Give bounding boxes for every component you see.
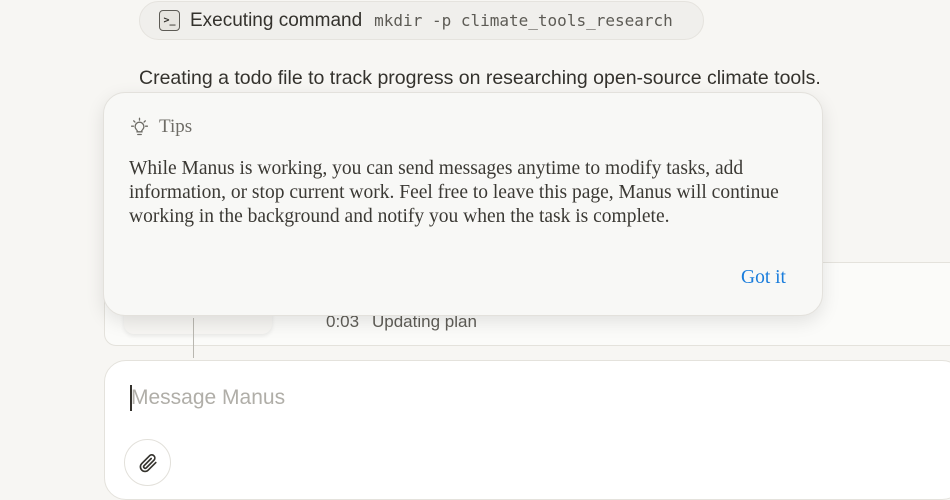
message-input[interactable] [131, 383, 731, 413]
status-message: Creating a todo file to track progress o… [139, 67, 821, 89]
paperclip-icon [139, 453, 157, 472]
tips-body: While Manus is working, you can send mes… [129, 158, 779, 227]
command-code: mkdir -p climate_tools_research [374, 11, 673, 30]
lightbulb-icon [130, 117, 149, 135]
tips-popover: Tips While Manus is working, you can sen… [103, 92, 823, 316]
timeline-connector [193, 318, 194, 358]
command-pill[interactable]: >_ Executing command mkdir -p climate_to… [139, 1, 704, 40]
tips-title: Tips [159, 116, 193, 137]
message-composer [104, 360, 950, 500]
attach-button[interactable] [124, 439, 171, 486]
got-it-button[interactable]: Got it [741, 267, 786, 289]
tips-header: Tips [129, 116, 192, 138]
command-label: Executing command [190, 9, 363, 31]
terminal-icon: >_ [159, 10, 180, 31]
